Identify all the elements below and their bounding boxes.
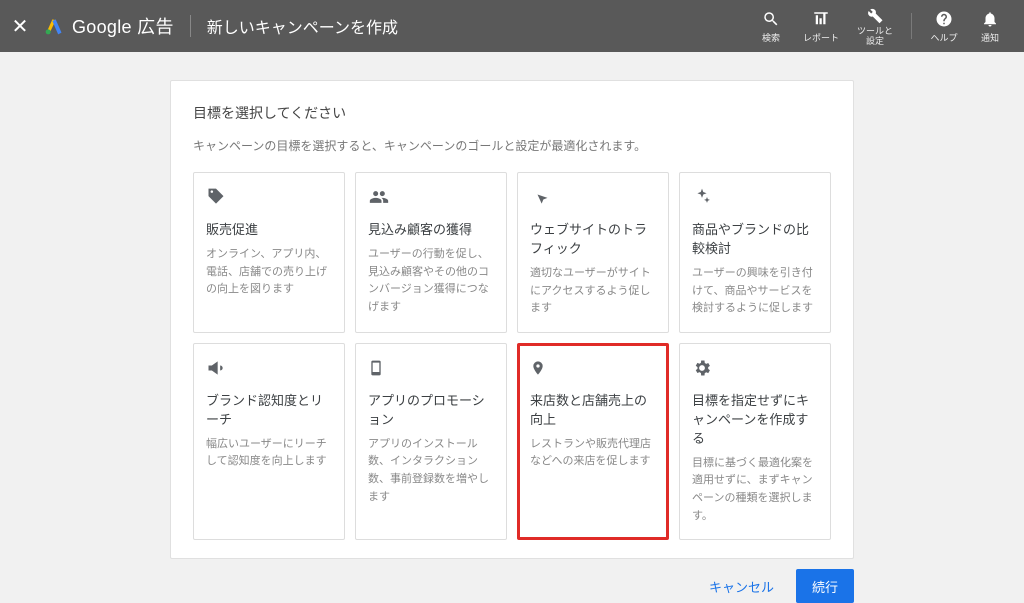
close-button[interactable]: ✕ (8, 14, 32, 39)
card-desc: 目標に基づく最適化案を適用せずに、まずキャンペーンの種類を選択します。 (692, 455, 818, 525)
card-desc: ユーザーの行動を促し、見込み顧客やその他のコンバージョン獲得につなげます (368, 246, 494, 316)
objective-card-traffic[interactable]: ウェブサイトのトラフィック 適切なユーザーがサイトにアクセスするよう促します (517, 172, 669, 333)
card-title: 商品やブランドの比較検討 (692, 219, 818, 257)
card-desc: ユーザーの興味を引き付けて、商品やサービスを検討するように促します (692, 265, 818, 318)
continue-button[interactable]: 続行 (796, 569, 854, 603)
help-icon (935, 9, 953, 29)
google-ads-logo-icon (44, 16, 64, 36)
card-desc: オンライン、アプリ内、電話、店舗での売り上げの向上を図ります (206, 246, 332, 299)
notifications-label: 通知 (981, 31, 999, 44)
report-icon (812, 9, 830, 29)
bell-icon (981, 9, 999, 29)
tools-label: ツールと 設定 (857, 27, 893, 47)
card-title: 来店数と店舗売上の向上 (530, 390, 656, 428)
card-title: ブランド認知度とリーチ (206, 390, 332, 428)
search-button[interactable]: 検索 (757, 9, 785, 44)
card-desc: レストランや販売代理店などへの来店を促します (530, 436, 656, 471)
product-name: Google 広告 (72, 13, 174, 39)
notifications-button[interactable]: 通知 (976, 9, 1004, 44)
gear-icon (692, 358, 818, 380)
header-separator-2 (911, 13, 912, 39)
section-title: 目標を選択してください (193, 103, 831, 123)
search-label: 検索 (762, 31, 780, 44)
objective-card-awareness[interactable]: ブランド認知度とリーチ 幅広いユーザーにリーチして認知度を向上します (193, 343, 345, 540)
objective-panel: 目標を選択してください キャンペーンの目標を選択すると、キャンペーンのゴールと設… (170, 80, 854, 559)
cancel-button[interactable]: キャンセル (693, 569, 790, 603)
card-title: 販売促進 (206, 219, 332, 238)
location-pin-icon (530, 358, 656, 380)
card-title: 見込み顧客の獲得 (368, 219, 494, 238)
objective-card-leads[interactable]: 見込み顧客の獲得 ユーザーの行動を促し、見込み顧客やその他のコンバージョン獲得に… (355, 172, 507, 333)
section-subtitle: キャンペーンの目標を選択すると、キャンペーンのゴールと設定が最適化されます。 (193, 137, 831, 154)
search-icon (762, 9, 780, 29)
page-title: 新しいキャンペーンを作成 (207, 14, 398, 38)
card-desc: 幅広いユーザーにリーチして認知度を向上します (206, 436, 332, 471)
tools-button[interactable]: ツールと 設定 (857, 5, 893, 47)
header-separator (190, 15, 191, 37)
objective-card-consideration[interactable]: 商品やブランドの比較検討 ユーザーの興味を引き付けて、商品やサービスを検討するよ… (679, 172, 831, 333)
card-title: 目標を指定せずにキャンペーンを作成する (692, 390, 818, 447)
card-desc: 適切なユーザーがサイトにアクセスするよう促します (530, 265, 656, 318)
megaphone-icon (206, 358, 332, 380)
report-label: レポート (803, 31, 839, 44)
people-icon (368, 187, 494, 209)
card-title: ウェブサイトのトラフィック (530, 219, 656, 257)
objective-card-store-visits[interactable]: 来店数と店舗売上の向上 レストランや販売代理店などへの来店を促します (517, 343, 669, 540)
sparkle-icon (692, 187, 818, 209)
help-button[interactable]: ヘルプ (930, 9, 958, 44)
tag-icon (206, 187, 332, 209)
objective-card-no-goal[interactable]: 目標を指定せずにキャンペーンを作成する 目標に基づく最適化案を適用せずに、まずキ… (679, 343, 831, 540)
objective-card-app[interactable]: アプリのプロモーション アプリのインストール数、インタラクション数、事前登録数を… (355, 343, 507, 540)
card-desc: アプリのインストール数、インタラクション数、事前登録数を増やします (368, 436, 494, 506)
card-title: アプリのプロモーション (368, 390, 494, 428)
help-label: ヘルプ (930, 31, 957, 44)
smartphone-icon (368, 358, 494, 380)
cursor-click-icon (530, 187, 656, 209)
product-logo-block: Google 広告 (44, 13, 174, 39)
wrench-icon (866, 5, 884, 25)
objective-card-sales[interactable]: 販売促進 オンライン、アプリ内、電話、店舗での売り上げの向上を図ります (193, 172, 345, 333)
report-button[interactable]: レポート (803, 9, 839, 44)
